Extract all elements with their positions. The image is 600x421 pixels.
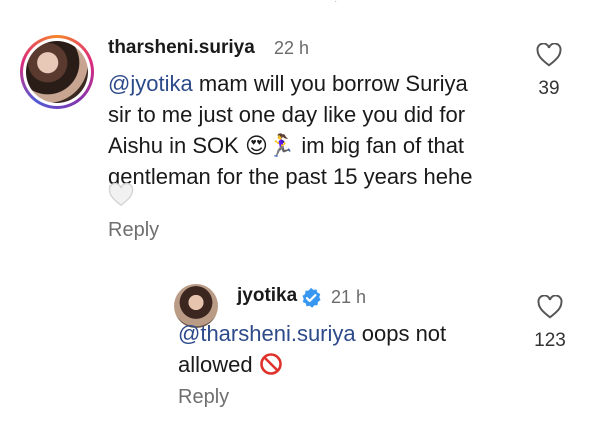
like-count: 39	[538, 78, 560, 99]
top-edge-mark: ·	[334, 0, 346, 3]
reply-button[interactable]: Reply	[178, 386, 229, 409]
mention-link[interactable]: @jyotika	[108, 71, 193, 96]
comment-username[interactable]: tharsheni.suriya	[108, 37, 255, 59]
reply-username[interactable]: jyotika	[237, 285, 297, 307]
reply-text: @tharsheni.suriya oops not allowed	[178, 321, 447, 377]
comment-timestamp: 22 h	[274, 38, 310, 58]
like-area[interactable]: 39	[525, 42, 573, 100]
like-count: 123	[534, 330, 566, 351]
mention-link[interactable]: @tharsheni.suriya	[178, 321, 356, 346]
heart-icon[interactable]	[536, 42, 562, 67]
like-area[interactable]: 123	[526, 294, 574, 352]
avatar-photo	[26, 41, 88, 103]
avatar[interactable]	[20, 35, 94, 109]
emoji: 😍🏃‍♀️	[244, 133, 296, 158]
prohibited-icon	[259, 353, 282, 375]
verified-badge-icon	[302, 287, 321, 308]
reply-timestamp: 21 h	[331, 287, 367, 307]
heart-icon[interactable]	[537, 294, 563, 319]
reply-button[interactable]: Reply	[108, 219, 159, 242]
comment-text: @jyotika mam will you borrow Suriya sir …	[108, 71, 473, 189]
white-heart-icon	[108, 183, 134, 207]
